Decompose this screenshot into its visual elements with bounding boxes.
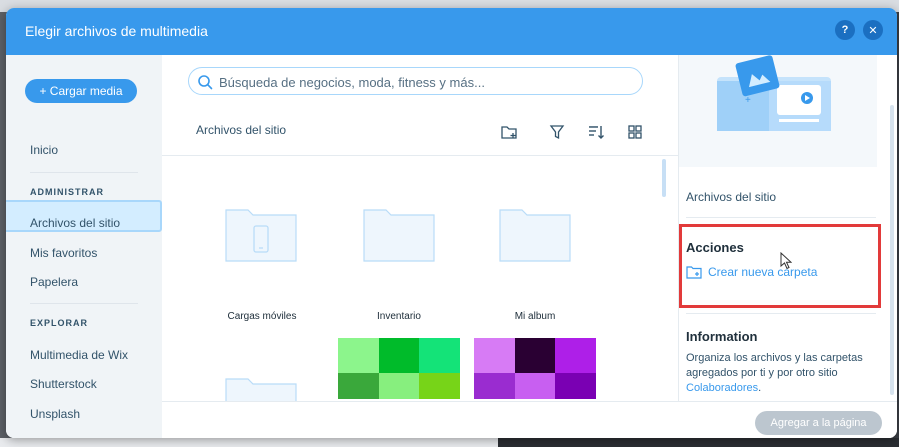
search-input[interactable]: Búsqueda de negocios, moda, fitness y má…: [188, 67, 643, 95]
image-thumbnail-purple[interactable]: [474, 338, 596, 399]
dialog-header: Elegir archivos de multimedia ? ✕: [6, 8, 897, 55]
sidebar-item-wix-media[interactable]: Multimedia de Wix: [30, 348, 128, 362]
grid-view-icon[interactable]: [626, 123, 644, 141]
new-folder-icon[interactable]: [500, 123, 518, 141]
selected-folder-name: Archivos del sitio: [686, 190, 777, 204]
sidebar-section-manage: ADMINISTRAR: [30, 187, 104, 197]
sidebar-item-unsplash[interactable]: Unsplash: [30, 407, 80, 421]
background-page-strip: [0, 438, 899, 447]
folder-preview: +: [679, 55, 877, 167]
image-cell: [338, 373, 379, 399]
image-thumbnail-green[interactable]: [338, 338, 460, 399]
search-placeholder: Búsqueda de negocios, moda, fitness y má…: [219, 75, 485, 90]
sidebar-item-trash[interactable]: Papelera: [30, 275, 78, 289]
mouse-cursor-icon: [780, 252, 792, 270]
folder-label: Cargas móviles: [227, 311, 297, 322]
scrollbar[interactable]: [890, 105, 894, 395]
sidebar-section-explore: EXPLORAR: [30, 318, 89, 328]
folder-label: Mi album: [514, 311, 556, 322]
sort-icon[interactable]: [587, 123, 605, 141]
folder-label: Inventario: [377, 311, 421, 322]
image-cell: [555, 373, 596, 399]
folder-illustration-icon: +: [717, 55, 831, 131]
upload-media-button[interactable]: + Cargar media: [25, 79, 137, 103]
dialog-title: Elegir archivos de multimedia: [25, 23, 208, 39]
image-cell: [419, 338, 460, 373]
search-icon: [198, 75, 213, 90]
details-panel: + Archivos del sitio Acciones Crear nuev…: [678, 55, 897, 401]
folder-icon[interactable]: [225, 375, 297, 401]
media-browser: Búsqueda de negocios, moda, fitness y má…: [162, 55, 678, 438]
sidebar-divider: [30, 303, 138, 304]
help-button[interactable]: ?: [835, 20, 855, 40]
dialog-footer: Agregar a la página: [162, 401, 897, 438]
svg-text:+: +: [745, 95, 751, 106]
collaborators-link[interactable]: Colaboradores: [686, 382, 758, 394]
information-heading: Information: [686, 329, 758, 344]
folder-icon[interactable]: [225, 206, 297, 262]
sidebar-item-site-files[interactable]: Archivos del sitio: [30, 216, 120, 230]
add-to-page-button[interactable]: Agregar a la página: [755, 411, 882, 435]
sidebar-item-shutterstock[interactable]: Shutterstock: [30, 377, 97, 391]
sidebar: + Cargar media Inicio ADMINISTRAR Archiv…: [6, 55, 162, 438]
folder-icon[interactable]: [499, 206, 571, 262]
scrollbar[interactable]: [662, 159, 666, 197]
panel-divider: [686, 217, 876, 218]
image-cell: [514, 338, 556, 373]
image-cell: [419, 373, 460, 399]
image-cell: [555, 338, 596, 373]
image-cell: [378, 373, 420, 399]
background-dark-strip: [498, 438, 899, 447]
close-button[interactable]: ✕: [863, 20, 883, 40]
folder-icon[interactable]: [363, 206, 435, 262]
image-cell: [514, 373, 556, 399]
information-body: Organiza los archivos y las carpetas agr…: [686, 352, 863, 379]
image-cell: [474, 338, 515, 373]
media-picker-dialog: Elegir archivos de multimedia ? ✕ + Carg…: [6, 8, 897, 438]
image-cell: [338, 338, 379, 373]
panel-divider: [686, 313, 876, 314]
sidebar-divider: [30, 172, 138, 173]
information-end: .: [758, 382, 762, 394]
filter-icon[interactable]: [548, 123, 566, 141]
sidebar-item-favorites[interactable]: Mis favoritos: [30, 246, 97, 260]
sidebar-item-home[interactable]: Inicio: [30, 143, 58, 157]
image-cell: [378, 338, 420, 373]
information-text: Organiza los archivos y las carpetas agr…: [686, 351, 876, 396]
toolbar-divider: [162, 155, 678, 156]
breadcrumb: Archivos del sitio: [196, 123, 287, 137]
image-cell: [474, 373, 515, 399]
